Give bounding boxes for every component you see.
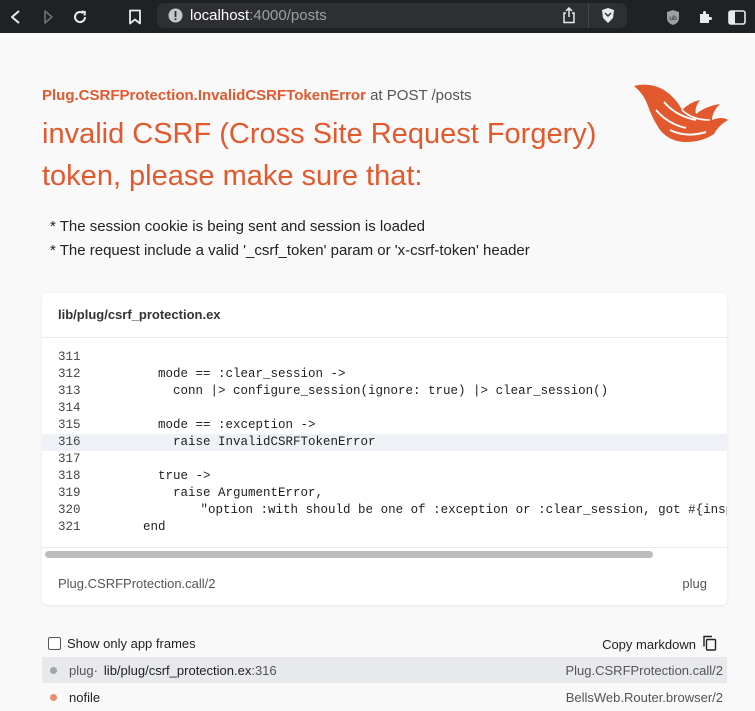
line-number: 321 bbox=[58, 520, 81, 534]
frame-dot-icon bbox=[50, 666, 57, 674]
code-block: 311 312 mode == :clear_session -> 313 conn… bbox=[42, 349, 727, 536]
divider bbox=[42, 547, 727, 548]
url-path: :4000/posts bbox=[249, 7, 327, 24]
horizontal-scrollbar[interactable] bbox=[45, 551, 653, 558]
line-number: 314 bbox=[58, 401, 81, 415]
exception-name: Plug.CSRFProtection.InvalidCSRFTokenErro… bbox=[42, 87, 366, 104]
frame-dot-icon bbox=[50, 693, 57, 701]
line-source: mode == :clear_session -> bbox=[98, 367, 346, 381]
show-app-frames-checkbox[interactable] bbox=[48, 637, 61, 650]
share-icon[interactable] bbox=[562, 6, 576, 29]
request-location: at POST /posts bbox=[365, 87, 472, 104]
back-icon[interactable] bbox=[5, 6, 27, 28]
line-source: mode == :exception -> bbox=[98, 418, 316, 432]
copy-icon bbox=[702, 635, 717, 654]
frame-file: nofile bbox=[69, 689, 101, 705]
line-source: conn |> configure_session(ignore: true) … bbox=[98, 384, 609, 398]
snippet-file-path: lib/plug/csrf_protection.ex bbox=[58, 307, 221, 322]
exception-heading: Plug.CSRFProtection.InvalidCSRFTokenErro… bbox=[42, 87, 472, 104]
code-line: 317 bbox=[42, 451, 727, 468]
line-number: 311 bbox=[58, 350, 81, 364]
frame-function: Plug.CSRFProtection.call/2 bbox=[565, 662, 723, 678]
urlbar-divider bbox=[588, 3, 589, 28]
divider bbox=[42, 337, 727, 338]
browser-toolbar: localhost:4000/posts ub bbox=[0, 0, 755, 33]
snippet-function: Plug.CSRFProtection.call/2 bbox=[58, 576, 216, 591]
url-host: localhost bbox=[190, 7, 250, 24]
line-source: "option :with should be one of :exceptio… bbox=[80, 503, 727, 517]
brave-shield-icon[interactable] bbox=[600, 7, 616, 29]
code-line: 314 bbox=[42, 400, 727, 417]
code-line: 321 end bbox=[42, 519, 727, 536]
show-app-frames-label: Show only app frames bbox=[67, 636, 196, 651]
line-number: 319 bbox=[58, 486, 81, 500]
hint-item: * The request include a valid '_csrf_tok… bbox=[50, 242, 530, 259]
bookmark-icon[interactable] bbox=[124, 6, 146, 28]
line-number: 317 bbox=[58, 452, 81, 466]
frame-app: plug bbox=[69, 662, 94, 678]
hint-item: * The session cookie is being sent and s… bbox=[50, 218, 425, 235]
code-line: 316 raise InvalidCSRFTokenError bbox=[42, 434, 727, 451]
code-line: 319 raise ArgumentError, bbox=[42, 485, 727, 502]
frame-file: lib/plug/csrf_protection.ex bbox=[103, 662, 252, 678]
line-source: end bbox=[98, 520, 166, 534]
code-line: 312 mode == :clear_session -> bbox=[42, 366, 727, 383]
line-source: raise ArgumentError, bbox=[98, 486, 324, 500]
line-source: raise InvalidCSRFTokenError bbox=[98, 435, 376, 449]
line-number: 312 bbox=[58, 367, 81, 381]
extensions-icon[interactable] bbox=[694, 6, 716, 28]
address-bar[interactable]: localhost:4000/posts bbox=[157, 3, 627, 28]
code-line: 318 true -> bbox=[42, 468, 727, 485]
reload-icon[interactable] bbox=[69, 6, 91, 28]
show-app-frames-toggle[interactable]: Show only app frames bbox=[48, 636, 196, 651]
code-line: 315 mode == :exception -> bbox=[42, 417, 727, 434]
line-number: 316 bbox=[58, 435, 81, 449]
stack-frame[interactable]: plug · lib/plug/csrf_protection.ex:316 Pl… bbox=[42, 657, 727, 683]
url-text: localhost:4000/posts bbox=[190, 7, 327, 24]
code-line: 311 bbox=[42, 349, 727, 366]
copy-markdown-label: Copy markdown bbox=[602, 637, 696, 652]
frame-sep: · bbox=[93, 662, 98, 678]
snippet-app: plug bbox=[682, 576, 707, 591]
line-number: 313 bbox=[58, 384, 81, 398]
svg-text:ub: ub bbox=[669, 15, 677, 22]
stack-frame[interactable]: nofile BellsWeb.Router.browser/2 bbox=[42, 684, 727, 710]
forward-icon[interactable] bbox=[37, 6, 59, 28]
line-source: true -> bbox=[98, 469, 211, 483]
line-number: 315 bbox=[58, 418, 81, 432]
ublock-icon[interactable]: ub bbox=[662, 6, 684, 28]
code-line: 320 "option :with should be one of :exce… bbox=[42, 502, 727, 519]
frame-line: :316 bbox=[251, 662, 277, 678]
code-line: 313 conn |> configure_session(ignore: tr… bbox=[42, 383, 727, 400]
code-snippet-card: lib/plug/csrf_protection.ex 311 312 mode … bbox=[42, 293, 727, 605]
error-message: invalid CSRF (Cross Site Request Forgery… bbox=[42, 118, 597, 192]
line-number: 320 bbox=[58, 503, 81, 517]
copy-markdown-button[interactable]: Copy markdown bbox=[602, 635, 717, 654]
frame-function: BellsWeb.Router.browser/2 bbox=[565, 689, 723, 705]
hint-list: * The session cookie is being sent and s… bbox=[50, 215, 530, 263]
info-icon[interactable] bbox=[168, 8, 183, 28]
sidebar-toggle-icon[interactable] bbox=[726, 6, 748, 28]
line-number: 318 bbox=[58, 469, 81, 483]
phoenix-logo-icon bbox=[630, 80, 730, 150]
